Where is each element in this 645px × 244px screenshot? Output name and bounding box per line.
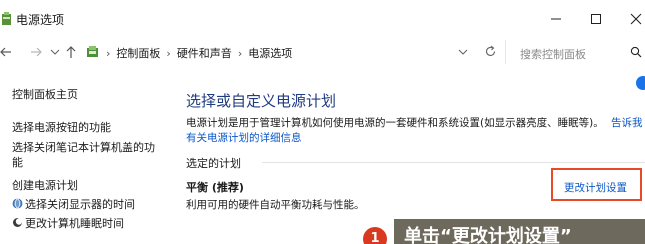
power-options-icon: [1, 12, 13, 26]
callout-text: 单击“更改计划设置”: [404, 226, 572, 244]
breadcrumb-separator: ›: [106, 46, 111, 60]
back-arrow-icon[interactable]: [0, 44, 12, 60]
up-arrow-icon[interactable]: [64, 44, 78, 60]
plan-name: 平衡 (推荐): [186, 181, 244, 194]
sidebar-item-power-button[interactable]: 选择电源按钮的功能: [12, 119, 111, 135]
control-panel-icon: [86, 45, 100, 62]
refresh-icon[interactable]: [484, 45, 497, 61]
sidebar-item-sleep-time[interactable]: 更改计算机睡眠时间: [12, 215, 124, 231]
change-plan-settings-link[interactable]: 更改计划设置: [564, 180, 627, 195]
help-icon[interactable]: [636, 76, 645, 90]
sidebar-item-lid-close[interactable]: 选择关闭笔记本计算机盖的功: [12, 139, 155, 155]
address-divider: [505, 40, 506, 64]
forward-arrow-icon[interactable]: [30, 44, 42, 60]
recent-locations-chevron-icon[interactable]: [49, 44, 61, 60]
breadcrumb: › 控制面板 › 硬件和声音 › 电源选项: [86, 44, 292, 62]
power-plan-details-link[interactable]: 有关电源计划的详细信息: [186, 130, 302, 145]
section-divider: [262, 162, 645, 163]
close-icon[interactable]: [624, 8, 645, 30]
breadcrumb-item[interactable]: 控制面板: [116, 45, 160, 61]
step-badge: 1: [363, 227, 387, 244]
minimize-icon[interactable]: [544, 8, 568, 30]
moon-icon: [12, 217, 23, 228]
tell-me-link[interactable]: 告诉我: [611, 115, 643, 130]
sidebar-item-lid-close-continued[interactable]: 能: [12, 154, 23, 170]
globe-icon: [12, 198, 23, 209]
title-bar: 电源选项: [0, 0, 645, 36]
sidebar-item-display-off[interactable]: 选择关闭显示器的时间: [12, 196, 135, 212]
breadcrumb-item[interactable]: 电源选项: [248, 45, 292, 61]
maximize-icon[interactable]: [584, 8, 608, 30]
search-placeholder: 搜索控制面板: [520, 48, 586, 61]
plan-description: 电源计划是用于管理计算机如何使用电源的一套硬件和系统设置(如显示器亮度、睡眠等)…: [186, 117, 604, 129]
plan-summary: 利用可用的硬件自动平衡功耗与性能。: [186, 199, 365, 211]
sidebar-item-label: 更改计算机睡眠时间: [25, 217, 124, 230]
breadcrumb-separator: ›: [166, 46, 171, 60]
page-title: 选择或自定义电源计划: [186, 92, 337, 110]
breadcrumb-item[interactable]: 硬件和声音: [177, 45, 232, 61]
breadcrumb-separator: ›: [237, 46, 243, 60]
sidebar: 控制面板主页 选择电源按钮的功能 选择关闭笔记本计算机盖的功 能 创建电源计划 …: [0, 70, 175, 244]
window-title: 电源选项: [16, 13, 65, 27]
search-icon[interactable]: [630, 46, 642, 61]
sidebar-item-create-plan[interactable]: 创建电源计划: [12, 177, 78, 193]
sidebar-item-control-panel-home[interactable]: 控制面板主页: [12, 86, 78, 102]
address-bar-row: › 控制面板 › 硬件和声音 › 电源选项 搜索控制面板: [0, 36, 645, 68]
instruction-callout: 单击“更改计划设置”: [394, 219, 645, 244]
sidebar-item-label: 选择关闭显示器的时间: [25, 198, 135, 211]
selected-plan-heading: 选定的计划: [186, 157, 241, 170]
address-dropdown-chevron-icon[interactable]: [458, 46, 468, 59]
search-input[interactable]: 搜索控制面板: [514, 44, 645, 62]
